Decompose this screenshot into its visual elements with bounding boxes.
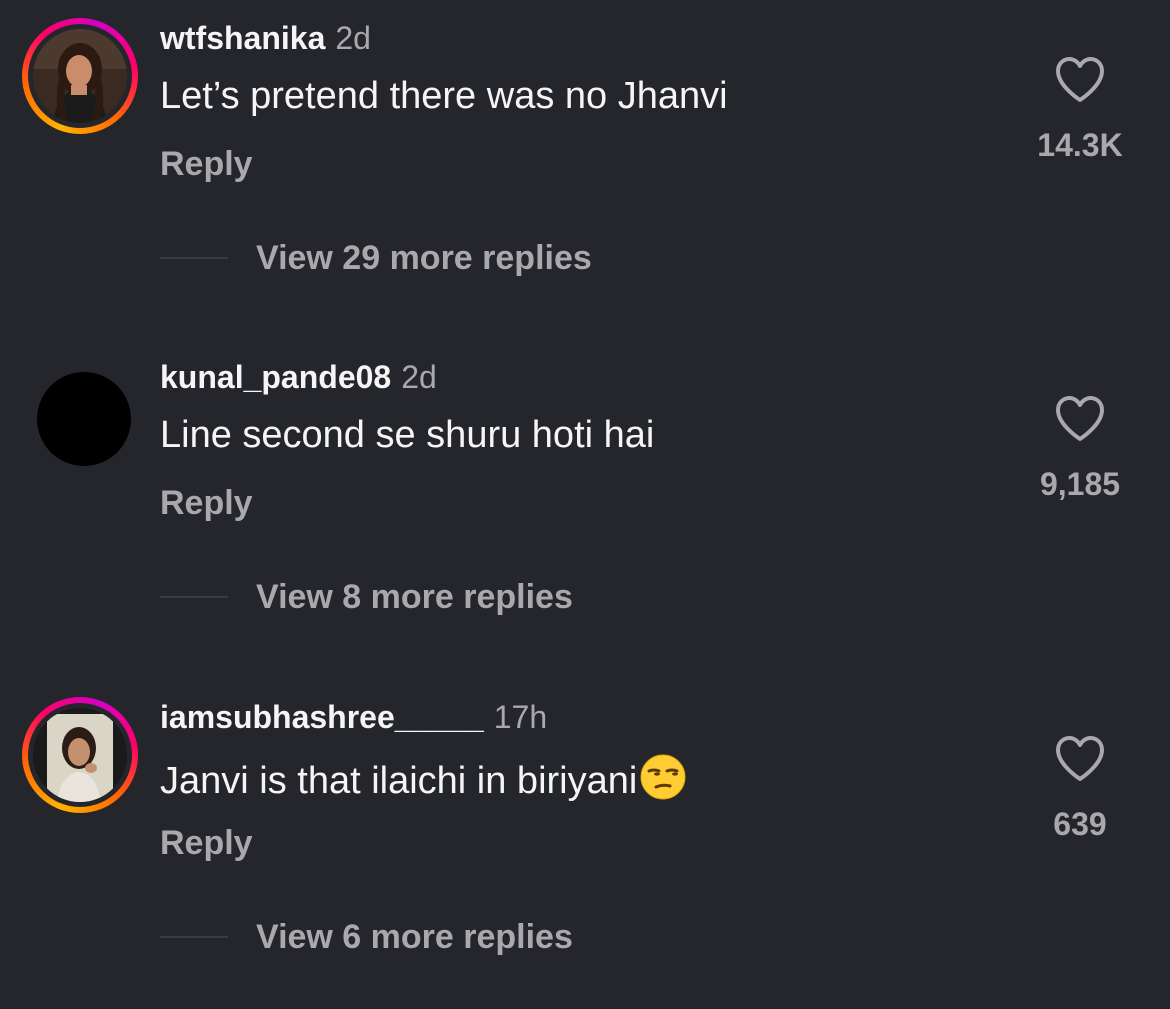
avatar-container[interactable]: [22, 357, 138, 473]
like-count: 9,185: [1039, 466, 1121, 502]
view-more-replies-button[interactable]: View 8 more replies: [160, 575, 573, 619]
timestamp: 17h: [493, 699, 548, 735]
reply-button[interactable]: Reply: [160, 482, 253, 524]
like-control: 9,185: [1020, 395, 1140, 503]
avatar[interactable]: [33, 29, 127, 123]
comment-text: Line second se shuru hoti hai: [160, 414, 655, 456]
divider-line: [160, 257, 228, 259]
comment-text-row: Janvi is that ilaichi in biriyani: [160, 753, 687, 803]
avatar[interactable]: [37, 372, 131, 466]
timestamp: 2d: [401, 359, 437, 395]
reply-button[interactable]: Reply: [160, 143, 253, 185]
like-count: 639: [1053, 806, 1107, 842]
story-ring[interactable]: [22, 697, 138, 813]
view-more-replies-button[interactable]: View 29 more replies: [160, 236, 592, 280]
unamused-face-emoji-icon: [640, 754, 686, 800]
view-replies-label: View 8 more replies: [256, 578, 573, 616]
comment-text: Janvi is that ilaichi in biriyani: [160, 760, 638, 802]
view-more-replies-button[interactable]: View 6 more replies: [160, 915, 573, 959]
comment-item: wtfshanika 2d Let’s pretend there was no …: [0, 0, 1170, 330]
view-replies-label: View 6 more replies: [256, 918, 573, 956]
like-control: 639: [1020, 735, 1140, 843]
comment-item: iamsubhashree_____ 17h Janvi is that ilai…: [0, 679, 1170, 1009]
view-replies-label: View 29 more replies: [256, 239, 592, 277]
divider-line: [160, 596, 228, 598]
timestamp: 2d: [335, 20, 371, 56]
comment-text: Let’s pretend there was no Jhanvi: [160, 75, 728, 117]
heart-icon[interactable]: [1054, 395, 1106, 443]
avatar[interactable]: [33, 708, 127, 802]
comment-item: kunal_pande08 2d Line second se shuru hot…: [0, 339, 1170, 669]
reply-button[interactable]: Reply: [160, 822, 253, 864]
username[interactable]: iamsubhashree_____: [160, 699, 484, 735]
like-count: 14.3K: [1037, 127, 1123, 163]
username[interactable]: kunal_pande08: [160, 359, 391, 395]
like-control: 14.3K: [1020, 56, 1140, 164]
story-ring[interactable]: [22, 18, 138, 134]
divider-line: [160, 936, 228, 938]
heart-icon[interactable]: [1054, 735, 1106, 783]
heart-icon[interactable]: [1054, 56, 1106, 104]
username[interactable]: wtfshanika: [160, 20, 325, 56]
